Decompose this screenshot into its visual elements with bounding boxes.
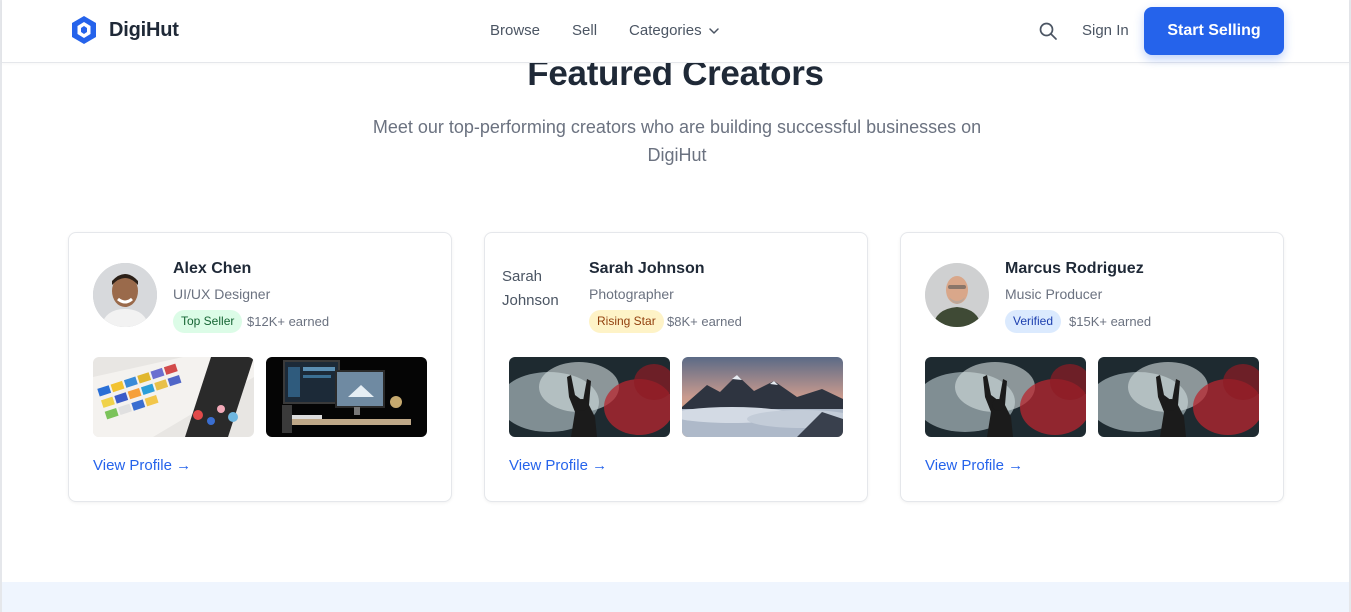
concert-smoke-image [925, 357, 1086, 437]
creator-role: Music Producer [1005, 286, 1103, 302]
search-icon[interactable] [1038, 21, 1058, 41]
hexagon-logo-icon [72, 16, 96, 44]
mountain-sunset-image [682, 357, 843, 437]
avatar-broken-image: Sarah Johnson [502, 268, 559, 309]
creator-card: Sarah Johnson Sarah Johnson Photographer… [484, 232, 868, 502]
status-badge: Top Seller [173, 310, 243, 333]
next-section-background [2, 582, 1349, 612]
nav-link-categories-label: Categories [629, 22, 702, 39]
avatar [93, 263, 157, 327]
creator-card: Marcus Rodriguez Music Producer Verified… [900, 232, 1284, 502]
view-profile-link[interactable]: View Profile → [925, 457, 1023, 474]
nav-link-sell[interactable]: Sell [572, 22, 597, 39]
chevron-down-icon [708, 27, 719, 34]
creator-role: Photographer [589, 286, 674, 302]
brand-logo[interactable]: DigiHut [70, 15, 179, 45]
creator-name: Sarah Johnson [589, 260, 705, 277]
status-badge: Verified [1005, 310, 1062, 333]
sign-in-link[interactable]: Sign In [1082, 22, 1129, 39]
portfolio-thumbnail[interactable] [925, 357, 1086, 437]
view-profile-link[interactable]: View Profile → [93, 457, 191, 474]
earnings-text: $15K+ earned [1069, 314, 1152, 329]
portfolio-thumbnail[interactable] [509, 357, 670, 437]
color-swatches-image [93, 357, 254, 437]
creator-name: Marcus Rodriguez [1005, 260, 1144, 277]
portfolio-thumbnail[interactable] [266, 357, 427, 437]
start-selling-button[interactable]: Start Selling [1144, 7, 1284, 55]
brand-name: DigiHut [109, 18, 179, 41]
view-profile-link[interactable]: View Profile → [509, 457, 607, 474]
desk-monitor-image [266, 357, 427, 437]
avatar [925, 263, 989, 327]
section-subtitle: Meet our top-performing creators who are… [372, 117, 982, 165]
portfolio-thumbnail[interactable] [93, 357, 254, 437]
concert-smoke-image [509, 357, 670, 437]
navbar: DigiHut Browse Sell Categories Sign In S… [2, 0, 1349, 63]
avatar-photo [93, 263, 157, 327]
earnings-text: $8K+ earned [667, 314, 742, 329]
earnings-text: $12K+ earned [247, 314, 330, 329]
concert-smoke-image [1098, 357, 1259, 437]
main-nav: Browse Sell Categories [490, 22, 720, 39]
status-badge: Rising Star [589, 310, 664, 333]
creator-role: UI/UX Designer [173, 286, 271, 302]
portfolio-thumbnail[interactable] [682, 357, 843, 437]
avatar-photo [925, 263, 989, 327]
nav-link-browse[interactable]: Browse [490, 22, 540, 39]
portfolio-thumbnail[interactable] [1098, 357, 1259, 437]
creator-name: Alex Chen [173, 260, 252, 277]
creator-card: Alex Chen UI/UX Designer Top Seller $12K… [68, 232, 452, 502]
nav-link-categories[interactable]: Categories [629, 22, 720, 39]
